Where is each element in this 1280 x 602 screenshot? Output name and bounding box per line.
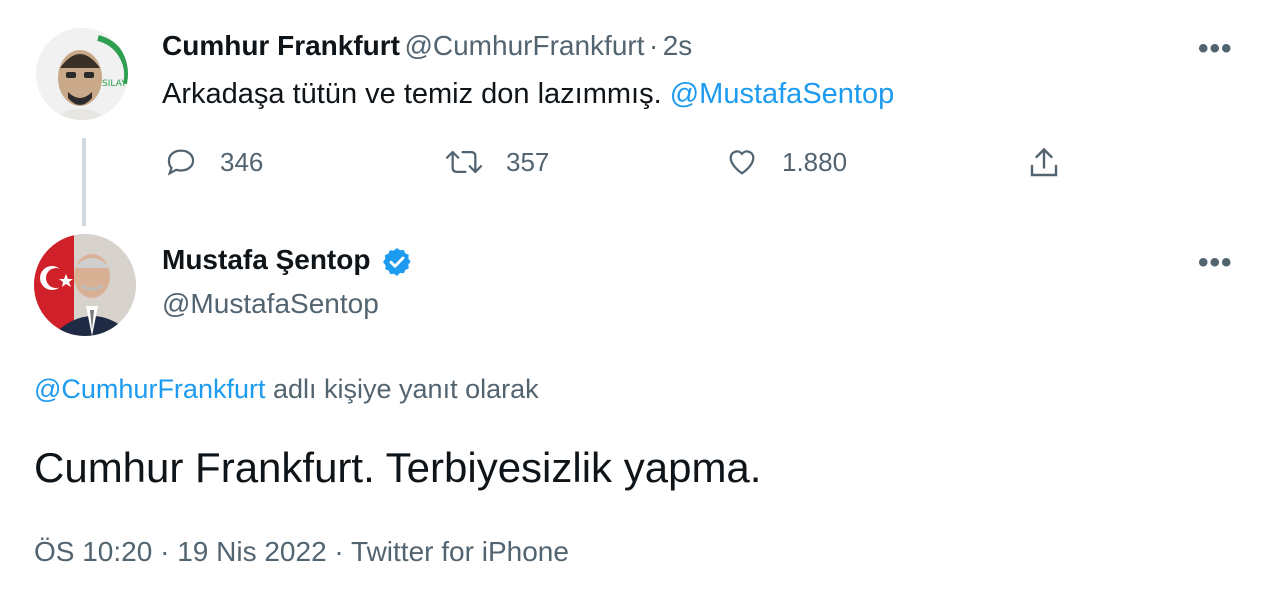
meta-separator: · [334,536,344,567]
avatar-mustafa[interactable] [34,234,136,336]
tweet2-more-button[interactable]: ••• [1198,246,1233,280]
replying-to-mention-link[interactable]: @CumhurFrankfurt [34,374,265,404]
share-button[interactable] [1026,145,1062,181]
tweet1-time[interactable]: 2s [663,30,693,61]
retweet-count: 357 [506,146,550,177]
reply-button[interactable]: 346 [164,145,263,179]
meta-separator: · [160,536,170,567]
retweet-icon [445,150,483,174]
tweet2-text: Cumhur Frankfurt. Terbiyesizlik yapma. [34,444,762,491]
avatar-image [34,234,136,336]
like-button[interactable]: 1.880 [724,145,847,179]
tweet1-text: Arkadaşa tütün ve temiz don lazımmış. @M… [162,78,894,111]
verified-badge-icon [381,246,413,283]
share-icon [1030,147,1058,177]
thread-connector-line [82,138,86,226]
tweet2-source[interactable]: Twitter for iPhone [351,536,569,567]
tweet1-body: Arkadaşa tütün ve temiz don lazımmış. [162,78,662,110]
like-count: 1.880 [782,146,848,177]
tweet2-time[interactable]: ÖS 10:20 [34,536,152,567]
reply-icon [167,149,195,176]
avatar-cumhur[interactable]: SILAY [36,28,128,120]
tweet2-author: Mustafa Şentop [162,244,413,283]
avatar-badge-text: SILAY [102,79,127,89]
tweet1-mention-link[interactable]: @MustafaSentop [670,78,895,110]
tweet1-author-name[interactable]: Cumhur Frankfurt [162,30,400,61]
reply-count: 346 [220,146,264,177]
tweet1-more-button[interactable]: ••• [1198,32,1233,66]
tweet2-date[interactable]: 19 Nis 2022 [177,536,326,567]
replying-to: @CumhurFrankfurt adlı kişiye yanıt olara… [34,374,539,405]
tweet1-separator: · [648,30,659,61]
tweet2-author-name[interactable]: Mustafa Şentop [162,244,370,275]
retweet-button[interactable]: 357 [444,145,549,179]
replying-to-label: adlı kişiye yanıt olarak [272,374,539,404]
avatar-image: SILAY [36,28,128,120]
tweet1-header: Cumhur Frankfurt @CumhurFrankfurt · 2s [162,30,692,62]
tweet2-metadata: ÖS 10:20 · 19 Nis 2022 · Twitter for iPh… [34,536,569,568]
tweet1-author-handle[interactable]: @CumhurFrankfurt [404,30,644,61]
tweet2-author-handle[interactable]: @MustafaSentop [162,288,379,320]
heart-icon [729,150,755,175]
